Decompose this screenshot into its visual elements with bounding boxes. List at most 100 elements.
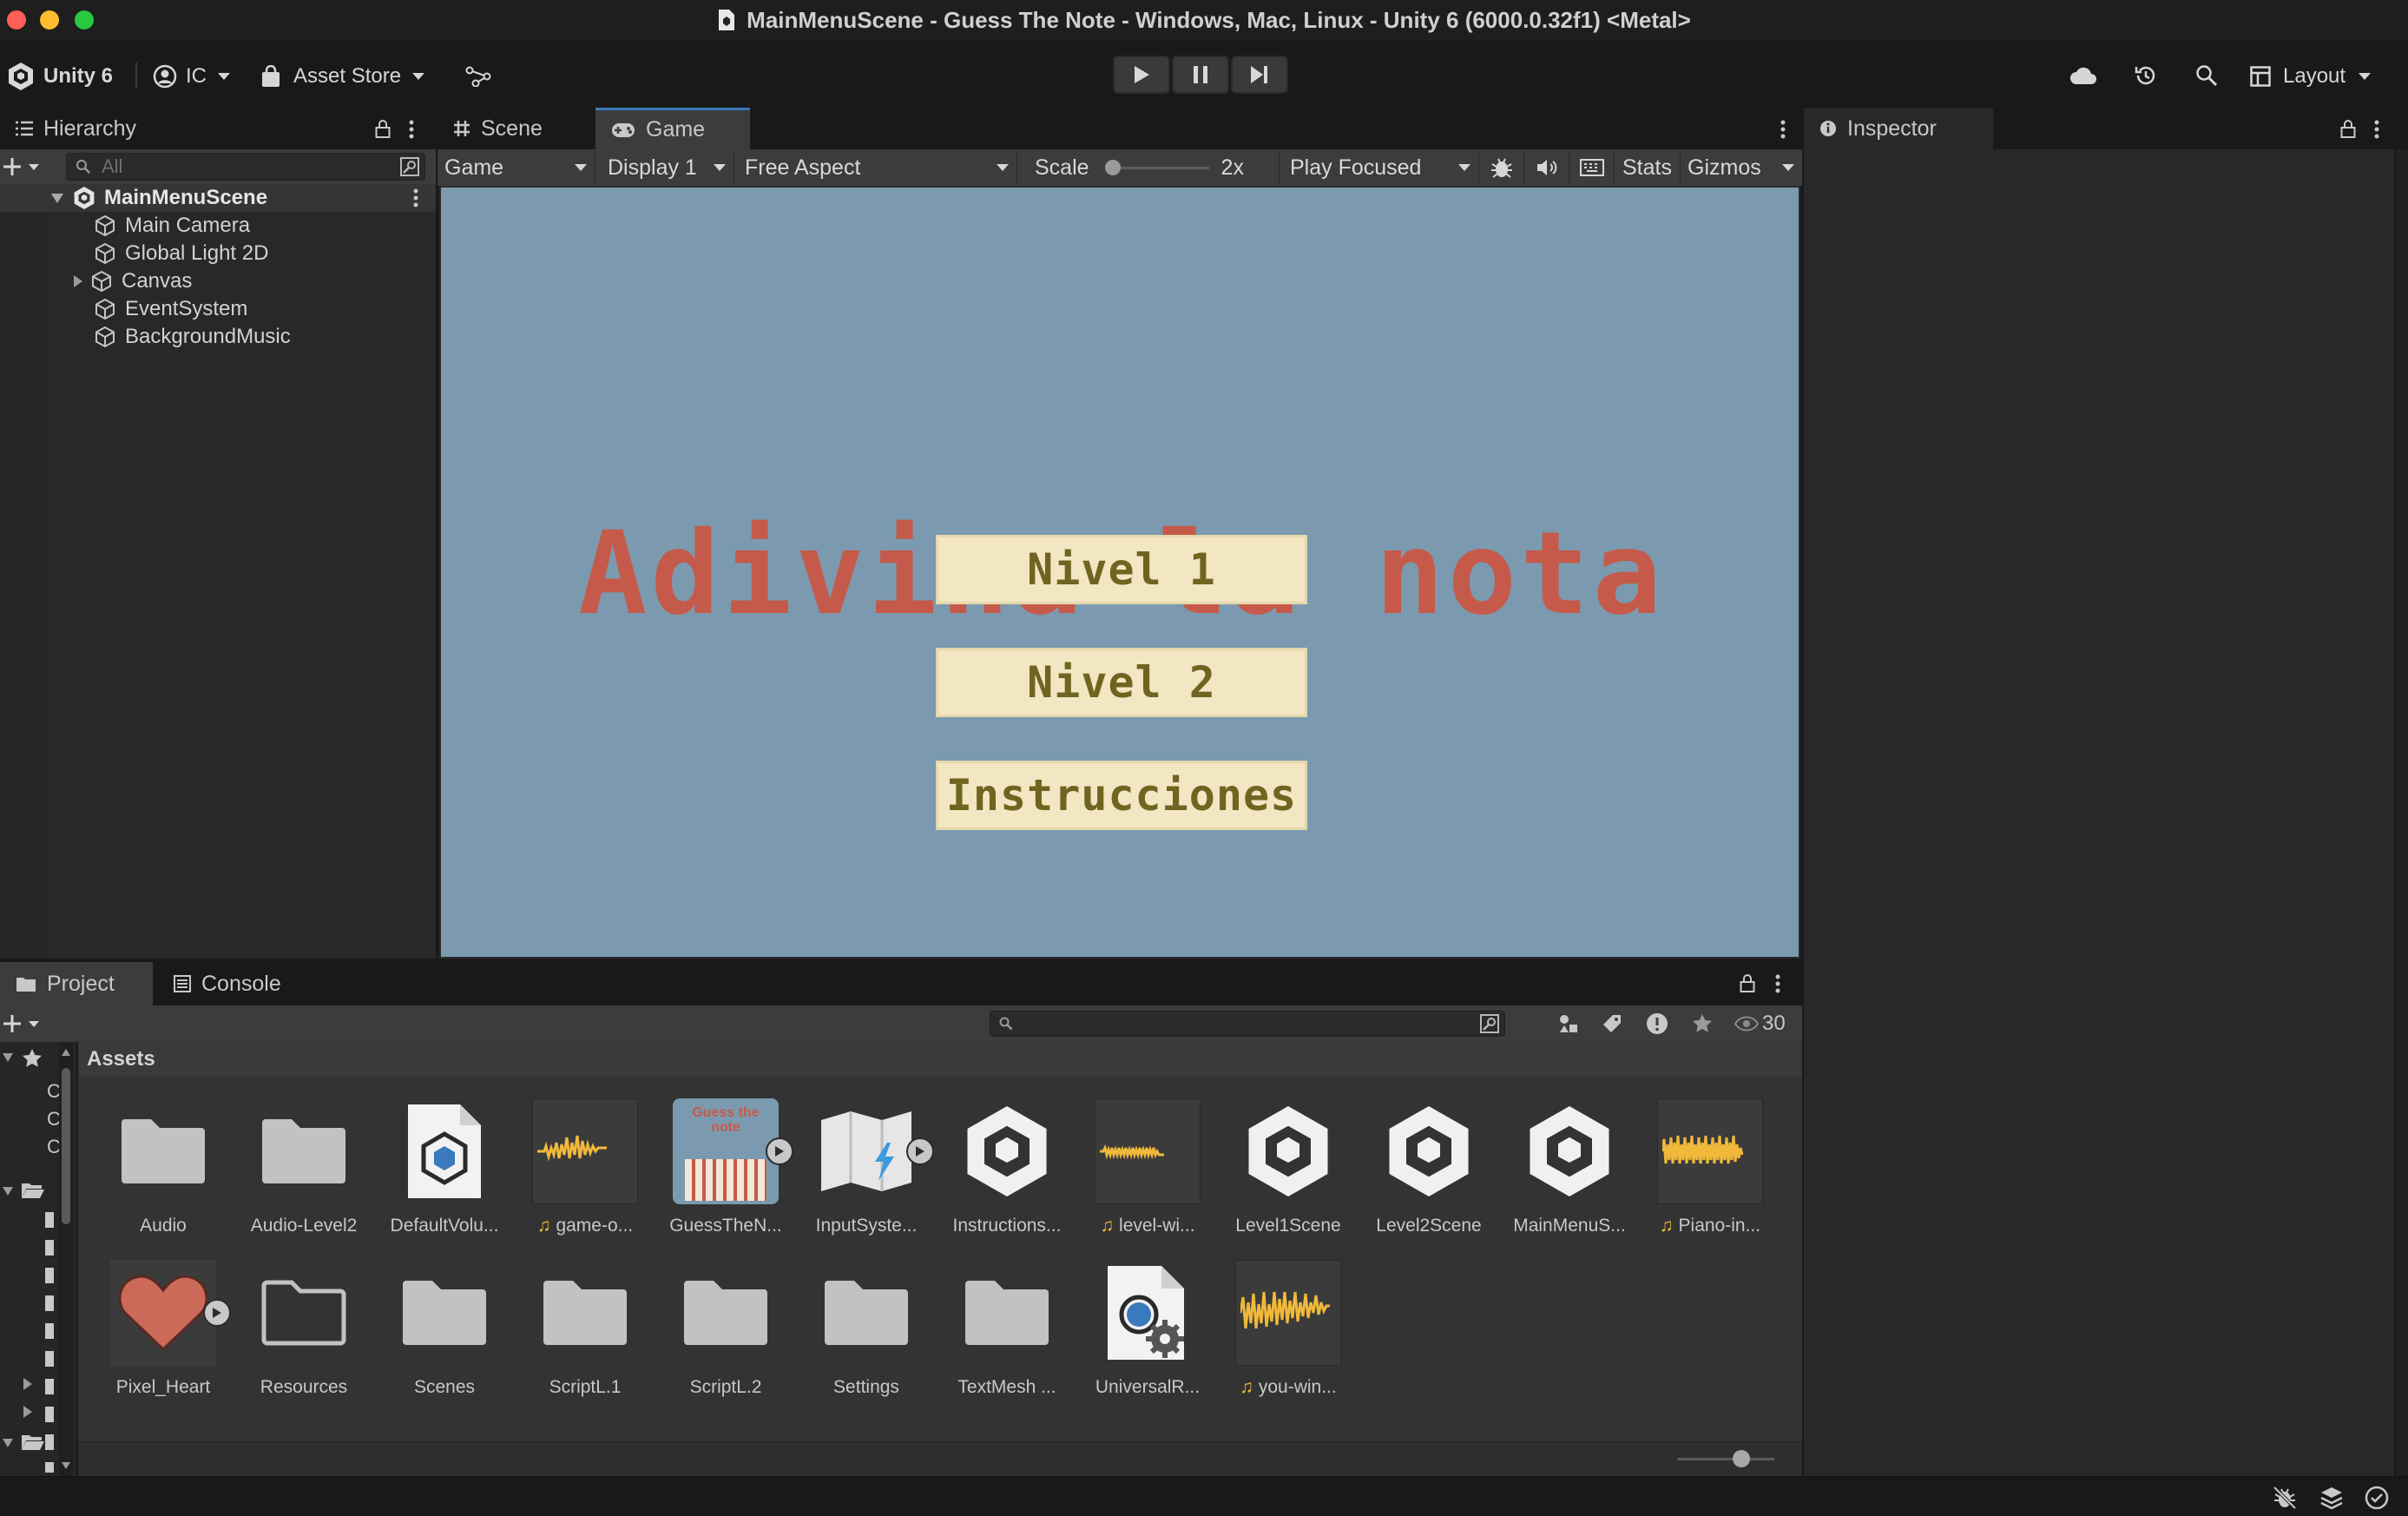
inspector-more-button[interactable]	[2366, 118, 2387, 141]
asset-volume-profile[interactable]: DefaultVolu...	[375, 1097, 514, 1254]
display-dropdown[interactable]: Display 1	[595, 151, 734, 184]
asset-audio-game-over[interactable]: ♫ game-o...	[516, 1097, 655, 1254]
project-more-button[interactable]	[1767, 972, 1788, 995]
tab-game[interactable]: Game	[595, 108, 750, 149]
icon-size-slider-handle[interactable]	[1733, 1450, 1750, 1467]
hierarchy-item-canvas[interactable]: Canvas	[73, 267, 192, 295]
filter-type-button[interactable]	[1554, 1011, 1583, 1037]
scroll-up-icon[interactable]	[62, 1049, 70, 1056]
tab-scene[interactable]: Scene	[438, 108, 594, 149]
tree-scrollbar[interactable]	[59, 1042, 73, 1478]
debug-off-icon[interactable]	[2273, 1486, 2297, 1510]
asset-scene-level1[interactable]: Level1Scene	[1219, 1097, 1358, 1254]
filter-label-button[interactable]	[1597, 1011, 1627, 1037]
asset-universal-render-pipeline[interactable]: UniversalR...	[1078, 1259, 1217, 1415]
favorite-button[interactable]	[1688, 1011, 1717, 1037]
chevron-down-icon	[217, 72, 231, 81]
step-button[interactable]	[1231, 56, 1288, 94]
pause-button[interactable]	[1172, 56, 1229, 94]
debug-toggle[interactable]	[1479, 151, 1524, 184]
inspector-scrollbar[interactable]	[2396, 149, 2408, 1476]
create-object-button[interactable]	[2, 151, 40, 182]
tab-inspector[interactable]: Inspector	[1804, 108, 1993, 149]
expand-arrow-icon[interactable]	[50, 192, 64, 204]
lock-button[interactable]	[2337, 118, 2359, 141]
expand-arrow-icon[interactable]	[2, 1052, 14, 1063]
asset-folder-textmesh[interactable]: TextMesh ...	[938, 1259, 1076, 1415]
game-more-button[interactable]	[1773, 118, 1793, 141]
unity-version-menu[interactable]: Unity 6	[7, 61, 113, 92]
asset-scene-level2[interactable]: Level2Scene	[1359, 1097, 1498, 1254]
hierarchy-item-main-camera[interactable]: Main Camera	[94, 212, 250, 240]
game-view[interactable]: Adivina la nota Nivel 1 Nivel 2 Instrucc…	[439, 186, 1800, 959]
hierarchy-item-backgroundmusic[interactable]: BackgroundMusic	[94, 323, 291, 351]
gizmos-dropdown[interactable]	[1778, 151, 1799, 184]
hierarchy-scene-row[interactable]: MainMenuScene	[0, 184, 436, 212]
asset-input-system[interactable]: InputSyste...	[797, 1097, 936, 1254]
kebab-menu-icon[interactable]	[413, 188, 418, 208]
hierarchy-item-eventsystem[interactable]: EventSystem	[94, 295, 247, 323]
gizmos-toggle[interactable]: Gizmos	[1681, 151, 1778, 184]
hierarchy-item-global-light[interactable]: Global Light 2D	[94, 240, 268, 267]
asset-folder-resources[interactable]: Resources	[234, 1259, 373, 1415]
tab-console[interactable]: Console	[158, 962, 314, 1005]
asset-guess-the-note-image[interactable]: Guess the note GuessTheN...	[656, 1097, 795, 1254]
asset-scene-instructions[interactable]: Instructions...	[938, 1097, 1076, 1254]
account-menu[interactable]: IC	[153, 61, 231, 92]
asset-pixel-heart[interactable]: Pixel_Heart	[94, 1259, 233, 1415]
play-button[interactable]	[1113, 56, 1170, 94]
asset-audio-level-win[interactable]: ♫ level-wi...	[1078, 1097, 1217, 1254]
asset-audio-you-win[interactable]: ♫ you-win...	[1219, 1259, 1358, 1415]
expand-arrow-icon[interactable]	[2, 1186, 14, 1196]
version-control-button[interactable]	[464, 63, 493, 90]
instrucciones-button[interactable]: Instrucciones	[936, 761, 1307, 830]
check-circle-icon[interactable]	[2365, 1486, 2389, 1510]
lock-button[interactable]	[372, 118, 394, 141]
cache-server-icon[interactable]	[2319, 1486, 2344, 1510]
expand-arrow-icon[interactable]	[2, 1438, 14, 1448]
asset-folder-audio-level2[interactable]: Audio-Level2	[234, 1097, 373, 1254]
asset-folder-scenes[interactable]: Scenes	[375, 1259, 514, 1415]
scroll-down-icon[interactable]	[62, 1462, 70, 1469]
scale-slider[interactable]	[1104, 159, 1209, 176]
history-button[interactable]	[2128, 59, 2163, 92]
project-search-input[interactable]	[990, 1011, 1505, 1037]
expand-arrow-icon[interactable]	[23, 1377, 33, 1391]
filter-log-button[interactable]	[1642, 1011, 1672, 1037]
tab-hierarchy[interactable]: Hierarchy	[0, 108, 434, 149]
asset-folder-audio[interactable]: Audio	[94, 1097, 233, 1254]
aspect-dropdown[interactable]: Free Aspect	[734, 151, 1017, 184]
preview-play-button[interactable]	[906, 1137, 934, 1165]
hierarchy-search-input[interactable]: All	[66, 153, 425, 181]
plus-icon	[2, 156, 23, 177]
expand-arrow-icon[interactable]	[73, 274, 83, 288]
icon-size-slider-track[interactable]	[1677, 1458, 1774, 1460]
preview-play-button[interactable]	[766, 1137, 793, 1165]
mute-audio-toggle[interactable]	[1524, 151, 1569, 184]
lock-button[interactable]	[1736, 972, 1759, 995]
nivel-1-button[interactable]: Nivel 1	[936, 535, 1307, 604]
play-mode-dropdown[interactable]: Play Focused	[1280, 151, 1479, 184]
tab-project[interactable]: Project	[0, 962, 153, 1005]
layout-menu[interactable]: Layout	[2250, 61, 2372, 92]
asset-folder-scriptl1[interactable]: ScriptL.1	[516, 1259, 655, 1415]
preview-play-button[interactable]	[203, 1299, 231, 1327]
cloud-button[interactable]	[2066, 59, 2101, 92]
asset-folder-settings[interactable]: Settings	[797, 1259, 936, 1415]
breadcrumb-assets[interactable]: Assets	[87, 1047, 155, 1071]
asset-folder-scriptl2[interactable]: ScriptL.2	[656, 1259, 795, 1415]
scale-slider-handle[interactable]	[1104, 160, 1121, 175]
nivel-2-button[interactable]: Nivel 2	[936, 648, 1307, 717]
hidden-packages-toggle[interactable]: 30	[1734, 1011, 1786, 1037]
asset-store-menu[interactable]: Asset Store	[260, 61, 425, 92]
asset-audio-piano-intro[interactable]: ♫ Piano-in...	[1641, 1097, 1780, 1254]
create-asset-button[interactable]	[2, 1009, 40, 1038]
shortcuts-toggle[interactable]	[1569, 151, 1615, 184]
game-mode-dropdown[interactable]: Game	[438, 151, 595, 184]
hierarchy-more-button[interactable]	[401, 118, 422, 141]
status-bar	[0, 1476, 2408, 1516]
expand-arrow-icon[interactable]	[23, 1405, 33, 1419]
asset-scene-main-menu[interactable]: MainMenuS...	[1500, 1097, 1639, 1254]
search-button[interactable]	[2189, 59, 2224, 92]
stats-toggle[interactable]: Stats	[1615, 151, 1681, 184]
